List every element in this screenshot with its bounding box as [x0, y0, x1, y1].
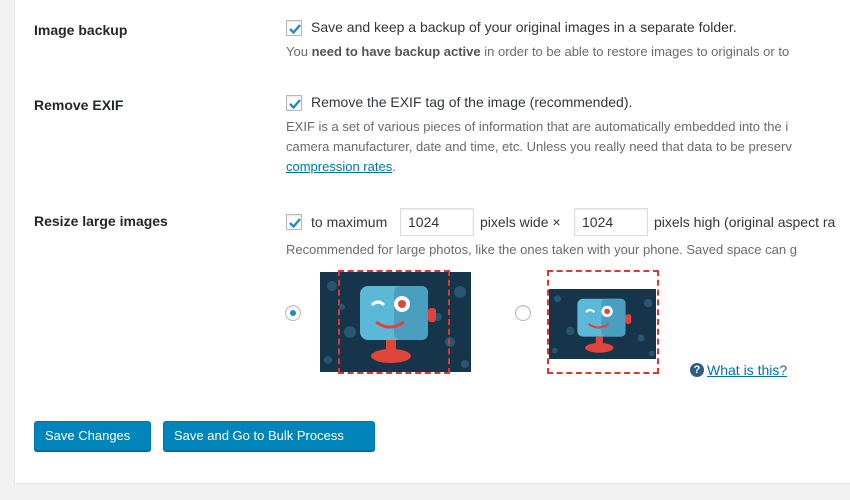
resize-images-checkbox[interactable] — [286, 214, 302, 230]
resize-images-label: Resize large images — [34, 213, 168, 229]
image-backup-checkbox-text: Save and keep a backup of your original … — [311, 19, 737, 35]
remove-exif-description-line-1: EXIF is a set of various pieces of infor… — [286, 119, 789, 134]
max-height-input[interactable]: 1024 — [574, 208, 648, 236]
remove-exif-description-line-3: compression rates. — [286, 159, 396, 174]
image-backup-label: Image backup — [34, 22, 128, 38]
remove-exif-checkbox-text: Remove the EXIF tag of the image (recomm… — [311, 94, 633, 110]
what-is-this-link[interactable]: What is this? — [707, 360, 787, 380]
height-suffix-text: pixels high (original aspect ra — [654, 214, 836, 230]
checkmark-icon — [289, 218, 301, 229]
remove-exif-label: Remove EXIF — [34, 97, 124, 113]
compression-rates-link[interactable]: compression rates — [286, 159, 392, 174]
remove-exif-checkbox[interactable] — [286, 95, 302, 111]
resize-example-image-2 — [549, 289, 656, 359]
crop-area-dashed-border — [338, 270, 450, 374]
image-backup-description: You need to have backup active in order … — [286, 44, 790, 59]
checkmark-icon — [289, 99, 301, 110]
checkmark-icon — [289, 24, 301, 35]
resize-description: Recommended for large photos, like the o… — [286, 242, 797, 257]
radio-selected-dot — [290, 310, 296, 316]
resize-option-fit-radio[interactable] — [515, 305, 531, 321]
max-width-input[interactable]: 1024 — [400, 208, 474, 236]
robot-illustration — [549, 289, 656, 359]
help-icon[interactable]: ? — [690, 363, 704, 377]
resize-prefix-text: to maximum — [311, 214, 388, 230]
image-backup-checkbox[interactable] — [286, 20, 302, 36]
resize-option-crop-radio[interactable] — [285, 305, 301, 321]
width-suffix-text: pixels wide × — [480, 214, 561, 230]
save-changes-button[interactable]: Save Changes — [34, 421, 151, 451]
save-and-bulk-process-button[interactable]: Save and Go to Bulk Process — [163, 421, 375, 451]
remove-exif-description-line-2: camera manufacturer, date and time, etc.… — [286, 139, 792, 154]
